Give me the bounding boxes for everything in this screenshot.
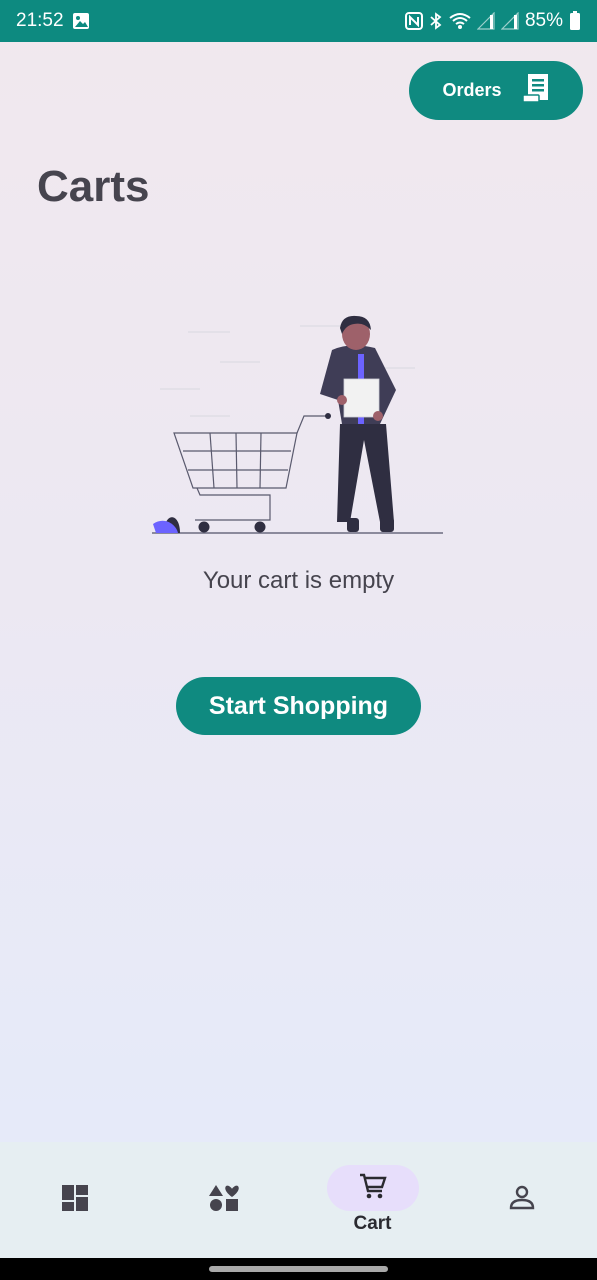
battery-level: 85% (524, 10, 563, 31)
nav-item-profile[interactable] (447, 1142, 596, 1258)
categories-icon (208, 1183, 240, 1218)
gesture-bar (0, 1258, 597, 1280)
dashboard-icon (60, 1183, 90, 1218)
status-time: 21:52 (16, 10, 64, 31)
empty-cart-message: Your cart is empty (202, 567, 395, 594)
battery-icon (569, 11, 581, 31)
page-title: Carts (37, 162, 150, 211)
nfc-icon (404, 12, 423, 30)
nav-item-cart[interactable]: Cart (298, 1142, 447, 1258)
nav-active-indicator (326, 1165, 419, 1211)
wifi-icon (449, 12, 471, 30)
receipt-icon (521, 72, 550, 109)
nav-item-categories[interactable] (149, 1142, 298, 1258)
orders-label: Orders (442, 80, 502, 100)
orders-button[interactable]: Orders (409, 61, 583, 120)
profile-icon (507, 1183, 537, 1218)
nav-label-cart: Cart (353, 1213, 392, 1234)
status-right: 85% (404, 10, 581, 32)
empty-cart-illustration (150, 312, 445, 540)
start-shopping-button[interactable]: Start Shopping (176, 677, 421, 735)
signal-icon (476, 12, 495, 30)
nav-item-dashboard[interactable] (0, 1142, 149, 1258)
bottom-navigation: Cart (0, 1142, 597, 1258)
status-left: 21:52 (16, 10, 90, 32)
signal-icon (500, 12, 519, 30)
gallery-icon (72, 12, 90, 30)
cart-icon (358, 1171, 388, 1206)
gesture-handle[interactable] (209, 1266, 388, 1272)
bluetooth-icon (429, 12, 443, 30)
status-bar: 21:52 85% (0, 0, 597, 42)
